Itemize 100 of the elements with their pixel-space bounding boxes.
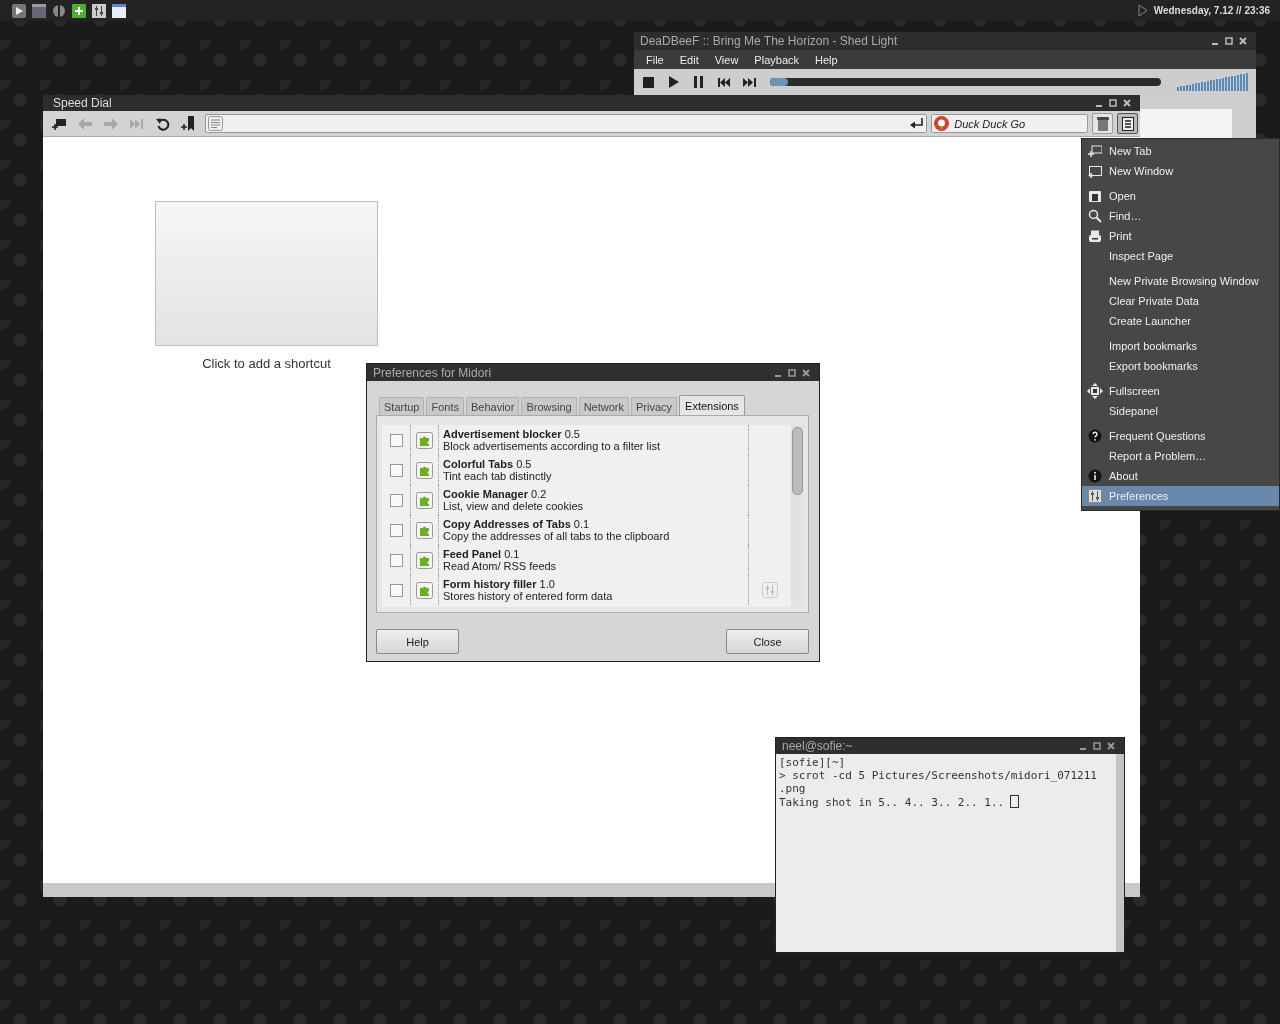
window-controls-icon[interactable] [1094, 98, 1134, 108]
search-icon [1088, 209, 1102, 223]
checkbox[interactable] [390, 463, 403, 477]
puzzle-icon [416, 431, 433, 449]
duck-icon [934, 116, 950, 131]
menu-item[interactable]: View [706, 53, 747, 66]
scrollbar[interactable] [1116, 754, 1124, 952]
menu-item[interactable]: Clear Private Data [1082, 291, 1279, 311]
window-controls-icon[interactable] [1078, 741, 1118, 751]
terminal-line: Taking shot in 5.. 4.. 3.. 2.. 1.. [779, 795, 1113, 809]
stop-button[interactable] [642, 75, 656, 89]
extension-description: Copy the addresses of all tabs to the clipboard [443, 530, 671, 542]
extension-name: Cookie Manager 0.2 [443, 488, 548, 500]
extension-description: Read Atom/ RSS feeds [443, 560, 558, 572]
checkbox[interactable] [390, 433, 403, 447]
menu-item[interactable]: New Window [1082, 161, 1279, 181]
search-field[interactable]: Duck Duck Go [931, 114, 1089, 133]
extension-name: Advertisement blocker 0.5 [443, 428, 581, 440]
return-icon [910, 118, 925, 129]
extension-name: Form history filler 1.0 [443, 578, 556, 590]
clock: Wednesday, 7.12 // 23:36 [1153, 5, 1270, 16]
menu-item[interactable]: Fullscreen [1082, 381, 1279, 401]
app-icon[interactable] [72, 3, 86, 18]
terminal-line: > scrot -cd 5 Pictures/Screenshots/midori_071211 [779, 769, 1098, 782]
extension-name: Colorful Tabs 0.5 [443, 458, 533, 470]
previous-button[interactable] [717, 75, 731, 89]
menu-item[interactable]: Find… [1082, 206, 1279, 226]
menu-item[interactable]: About [1082, 466, 1279, 486]
puzzle-icon [416, 581, 433, 599]
address-field[interactable] [205, 114, 928, 133]
extension-description: Stores history of entered form data [443, 590, 614, 602]
scrollbar[interactable] [791, 425, 803, 607]
menu-item[interactable]: Export bookmarks [1082, 356, 1279, 376]
menu-item[interactable]: Playback [746, 53, 807, 66]
dialog-button[interactable]: Close [726, 629, 809, 654]
window-title: DeaDBeeF :: Bring Me The Horizon - Shed Light [640, 34, 898, 48]
seek-bar[interactable] [770, 78, 1161, 86]
back-icon [77, 117, 92, 130]
window-controls-icon[interactable] [773, 367, 813, 378]
menu-item[interactable]: Help [807, 53, 846, 66]
sliders-icon[interactable] [92, 3, 106, 18]
new-window-icon [1088, 164, 1102, 178]
extension-name: Copy Addresses of Tabs 0.1 [443, 518, 591, 530]
printer-icon [1088, 229, 1102, 243]
menu-item[interactable]: Sidepanel [1082, 401, 1279, 421]
tab[interactable]: Extensions [679, 395, 745, 415]
reload-icon [155, 116, 170, 131]
puzzle-icon [416, 491, 433, 509]
next-button[interactable] [742, 75, 757, 89]
puzzle-icon [416, 551, 433, 569]
terminal-line: [sofie][~] [779, 756, 847, 769]
play-icon[interactable] [12, 3, 26, 18]
dialog-button[interactable]: Help [376, 629, 459, 654]
tab[interactable]: Privacy [631, 397, 678, 415]
circle-icon[interactable] [52, 3, 66, 18]
tile-caption[interactable]: Click to add a shortcut [202, 356, 331, 371]
menu-button[interactable] [1117, 113, 1139, 134]
tab[interactable]: Network [578, 397, 629, 415]
menu-item[interactable]: Frequent Questions [1082, 426, 1279, 446]
arrow-icon[interactable] [1137, 5, 1148, 16]
tab[interactable]: Startup [379, 397, 425, 415]
checkbox[interactable] [390, 583, 403, 597]
window-title: Preferences for Midori [373, 365, 492, 380]
menu-item[interactable]: New Tab [1082, 141, 1279, 161]
add-bookmark-icon [181, 116, 196, 131]
tab[interactable]: Fonts [426, 397, 464, 415]
window-icon[interactable] [32, 3, 46, 18]
extension-description: Block advertisements according to a filter list [443, 440, 662, 452]
window-controls-icon[interactable] [1210, 36, 1250, 46]
sliders-icon[interactable] [762, 582, 778, 598]
terminal-line: .png [779, 782, 807, 795]
window-icon[interactable] [112, 3, 126, 18]
menu-item[interactable]: File [638, 53, 672, 66]
checkbox[interactable] [390, 553, 403, 567]
puzzle-icon [416, 461, 433, 479]
trash-button[interactable] [1092, 113, 1114, 134]
tab[interactable]: Behavior [466, 397, 520, 415]
menu-item[interactable]: New Private Browsing Window [1082, 271, 1279, 291]
pause-button[interactable] [692, 75, 706, 89]
tab[interactable]: Browsing [521, 397, 577, 415]
help-icon [1088, 429, 1102, 443]
menu-item[interactable]: Import bookmarks [1082, 336, 1279, 356]
new-tab-icon [50, 117, 67, 130]
extension-description: Tint each tab distinctly [443, 470, 553, 482]
new-tab-icon [1088, 145, 1102, 157]
window-title: neel@sofie:~ [782, 739, 853, 753]
info-icon [1088, 469, 1102, 483]
extension-name: Feed Panel 0.1 [443, 548, 521, 560]
menu-item[interactable]: Open [1082, 186, 1279, 206]
play-button[interactable] [667, 75, 681, 89]
menu-item[interactable]: Inspect Page [1082, 246, 1279, 266]
menu-item[interactable]: Report a Problem… [1082, 446, 1279, 466]
folder-icon [1088, 189, 1102, 203]
menu-item[interactable]: Print [1082, 226, 1279, 246]
forward-icon [103, 117, 118, 130]
menu-item[interactable]: Create Launcher [1082, 311, 1279, 331]
menu-item[interactable]: Edit [671, 53, 707, 66]
speed-dial-tile[interactable] [155, 201, 378, 346]
checkbox[interactable] [390, 493, 403, 507]
checkbox[interactable] [390, 523, 403, 537]
